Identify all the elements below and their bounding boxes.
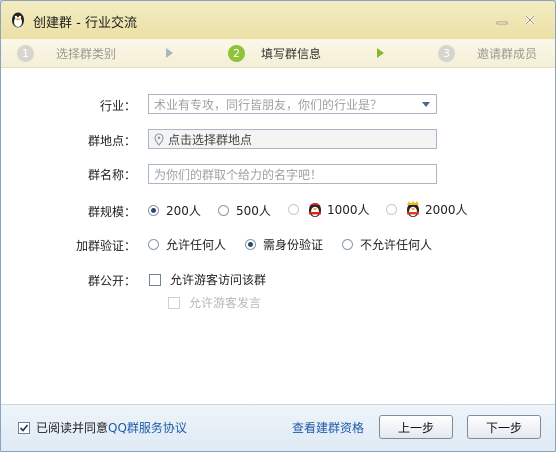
next-button[interactable]: 下一步 [467,415,541,439]
step-number: 2 [228,44,245,62]
radio-icon[interactable] [342,239,353,250]
qq-penguin-icon [12,12,24,28]
size-option-1000[interactable]: 1000人 [288,200,370,218]
step-arrow-icon [377,48,384,58]
prev-button[interactable]: 上一步 [379,415,453,439]
public-label: 群公开： [87,274,136,288]
industry-placeholder: 术业有专攻，同行皆朋友，你们的行业是？ [154,97,383,112]
checkmark-icon [19,423,29,432]
size-option-2000[interactable]: 2000人 [386,200,468,218]
radio-icon[interactable] [288,203,299,215]
radio-icon[interactable] [148,239,159,250]
visitor-access-label: 允许游客访问该群 [170,273,267,287]
title-bar[interactable]: 创建群 - 行业交流 [1,1,555,40]
location-placeholder: 点击选择群地点 [168,132,253,147]
visitor-post-label: 允许游客发言 [189,296,262,310]
step-3: 3 邀请群成员 [438,44,537,62]
industry-dropdown[interactable]: 术业有专攻，同行皆朋友，你们的行业是？ [148,94,437,114]
window-title: 创建群 - 行业交流 [33,16,137,31]
radio-icon[interactable] [386,203,397,215]
size-option-label: 2000人 [425,202,468,217]
close-button[interactable] [519,9,541,31]
group-name-placeholder: 为你们的群取个给力的名字吧！ [154,167,323,182]
step-2: 2 填写群信息 [228,44,321,62]
verify-option-label: 不允许任何人 [360,238,433,252]
step-label: 填写群信息 [261,46,322,61]
agree-checkbox[interactable]: 已阅读并同意 QQ群服务协议 [18,419,187,436]
step-number: 1 [17,44,34,62]
minimize-button[interactable] [491,9,513,31]
size-option-label: 500人 [236,204,271,218]
step-label: 邀请群成员 [477,46,538,61]
visitor-post-checkbox: 允许游客发言 [168,294,261,311]
minimize-icon [496,21,508,25]
step-number: 3 [438,44,455,62]
verify-option-label: 需身份验证 [263,238,324,252]
radio-icon[interactable] [218,205,229,216]
service-agreement-link[interactable]: QQ群服务协议 [108,419,187,436]
size-label: 群规模： [87,205,136,219]
step-label: 选择群类别 [56,46,117,61]
location-label: 群地点： [87,134,136,148]
name-label: 群名称： [87,168,136,182]
radio-icon[interactable] [148,205,159,216]
qualification-link[interactable]: 查看建群资格 [292,419,364,436]
size-option-label: 200人 [166,204,201,218]
close-icon [525,15,535,25]
step-arrow-icon [166,48,173,58]
footer-bar: 已阅读并同意 QQ群服务协议 查看建群资格 上一步 下一步 [1,404,555,451]
industry-label: 行业： [99,99,136,113]
location-picker[interactable]: 点击选择群地点 [148,129,437,149]
penguin-yellow-icon [407,200,419,217]
verify-option-label: 允许任何人 [166,238,227,252]
location-pin-icon [154,132,164,146]
verify-require-identity[interactable]: 需身份验证 [245,236,323,253]
step-indicator: 1 选择群类别 2 填写群信息 3 邀请群成员 [1,39,555,68]
verify-allow-none[interactable]: 不允许任何人 [342,236,432,253]
checkbox-icon[interactable] [149,273,161,286]
size-option-200[interactable]: 200人 [148,202,201,219]
size-option-500[interactable]: 500人 [218,202,271,219]
checkbox-icon[interactable] [18,421,30,434]
penguin-red-icon [309,203,321,217]
radio-icon[interactable] [245,239,256,250]
verify-allow-anyone[interactable]: 允许任何人 [148,236,226,253]
chevron-down-icon[interactable] [422,102,430,107]
verify-label: 加群验证： [75,239,136,253]
agree-text: 已阅读并同意 [36,421,109,435]
checkbox-icon [168,296,180,309]
group-info-form: 行业： 术业有专攻，同行皆朋友，你们的行业是？ 群地点： 点击选择群地点 群名称… [1,68,555,404]
step-1: 1 选择群类别 [17,44,116,62]
group-name-input[interactable]: 为你们的群取个给力的名字吧！ [148,164,437,184]
create-group-window: 创建群 - 行业交流 1 选择群类别 2 填写群信息 3 邀请群成员 行业： 术… [0,0,556,452]
visitor-access-checkbox[interactable]: 允许游客访问该群 [149,271,266,288]
size-option-label: 1000人 [327,202,370,217]
